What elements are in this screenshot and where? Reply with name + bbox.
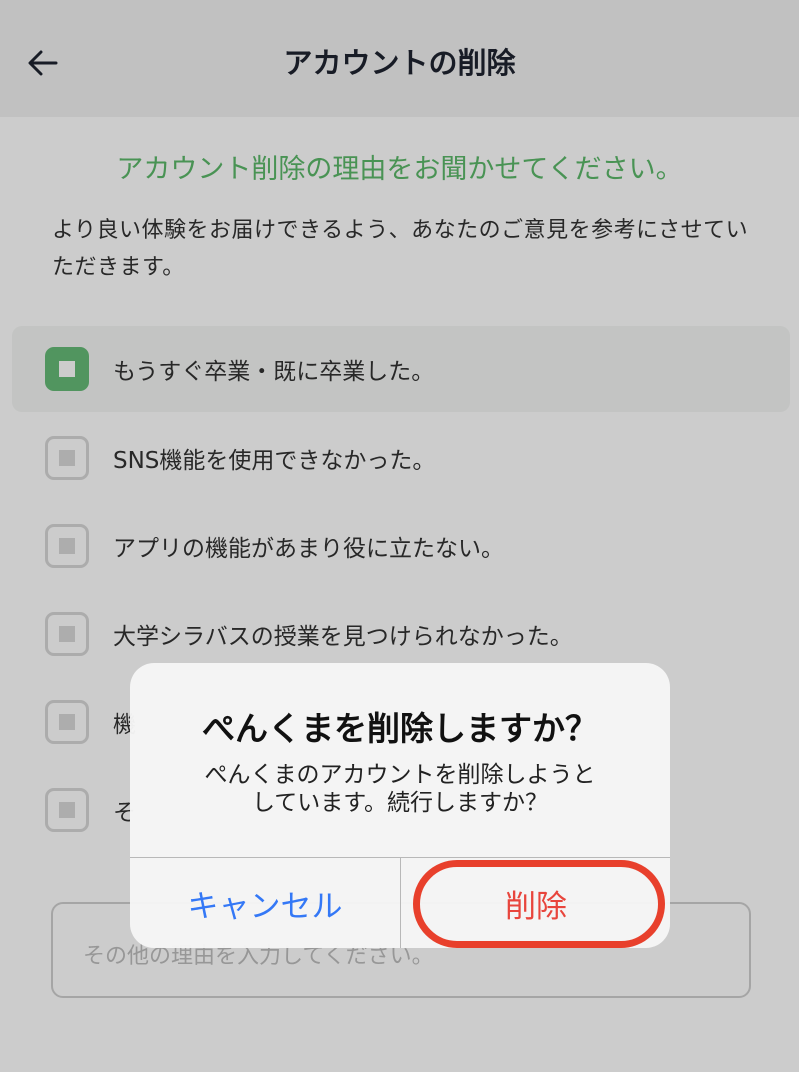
account-deletion-screen: アカウントの削除 アカウント削除の理由をお聞かせてください。 より良い体験をお届…: [0, 0, 799, 1072]
dialog-message-line: しています。続行しますか？: [251, 790, 548, 816]
cancel-button[interactable]: キャンセル: [130, 858, 400, 948]
dialog-title: ぺんくまを削除しますか？: [202, 709, 598, 748]
highlight-annotation: [413, 860, 665, 948]
dialog-message-line: ぺんくまのアカウントを削除しようと: [204, 762, 596, 788]
dialog-message: ぺんくまのアカウントを削除しようと しています。続行しますか？: [160, 761, 640, 817]
